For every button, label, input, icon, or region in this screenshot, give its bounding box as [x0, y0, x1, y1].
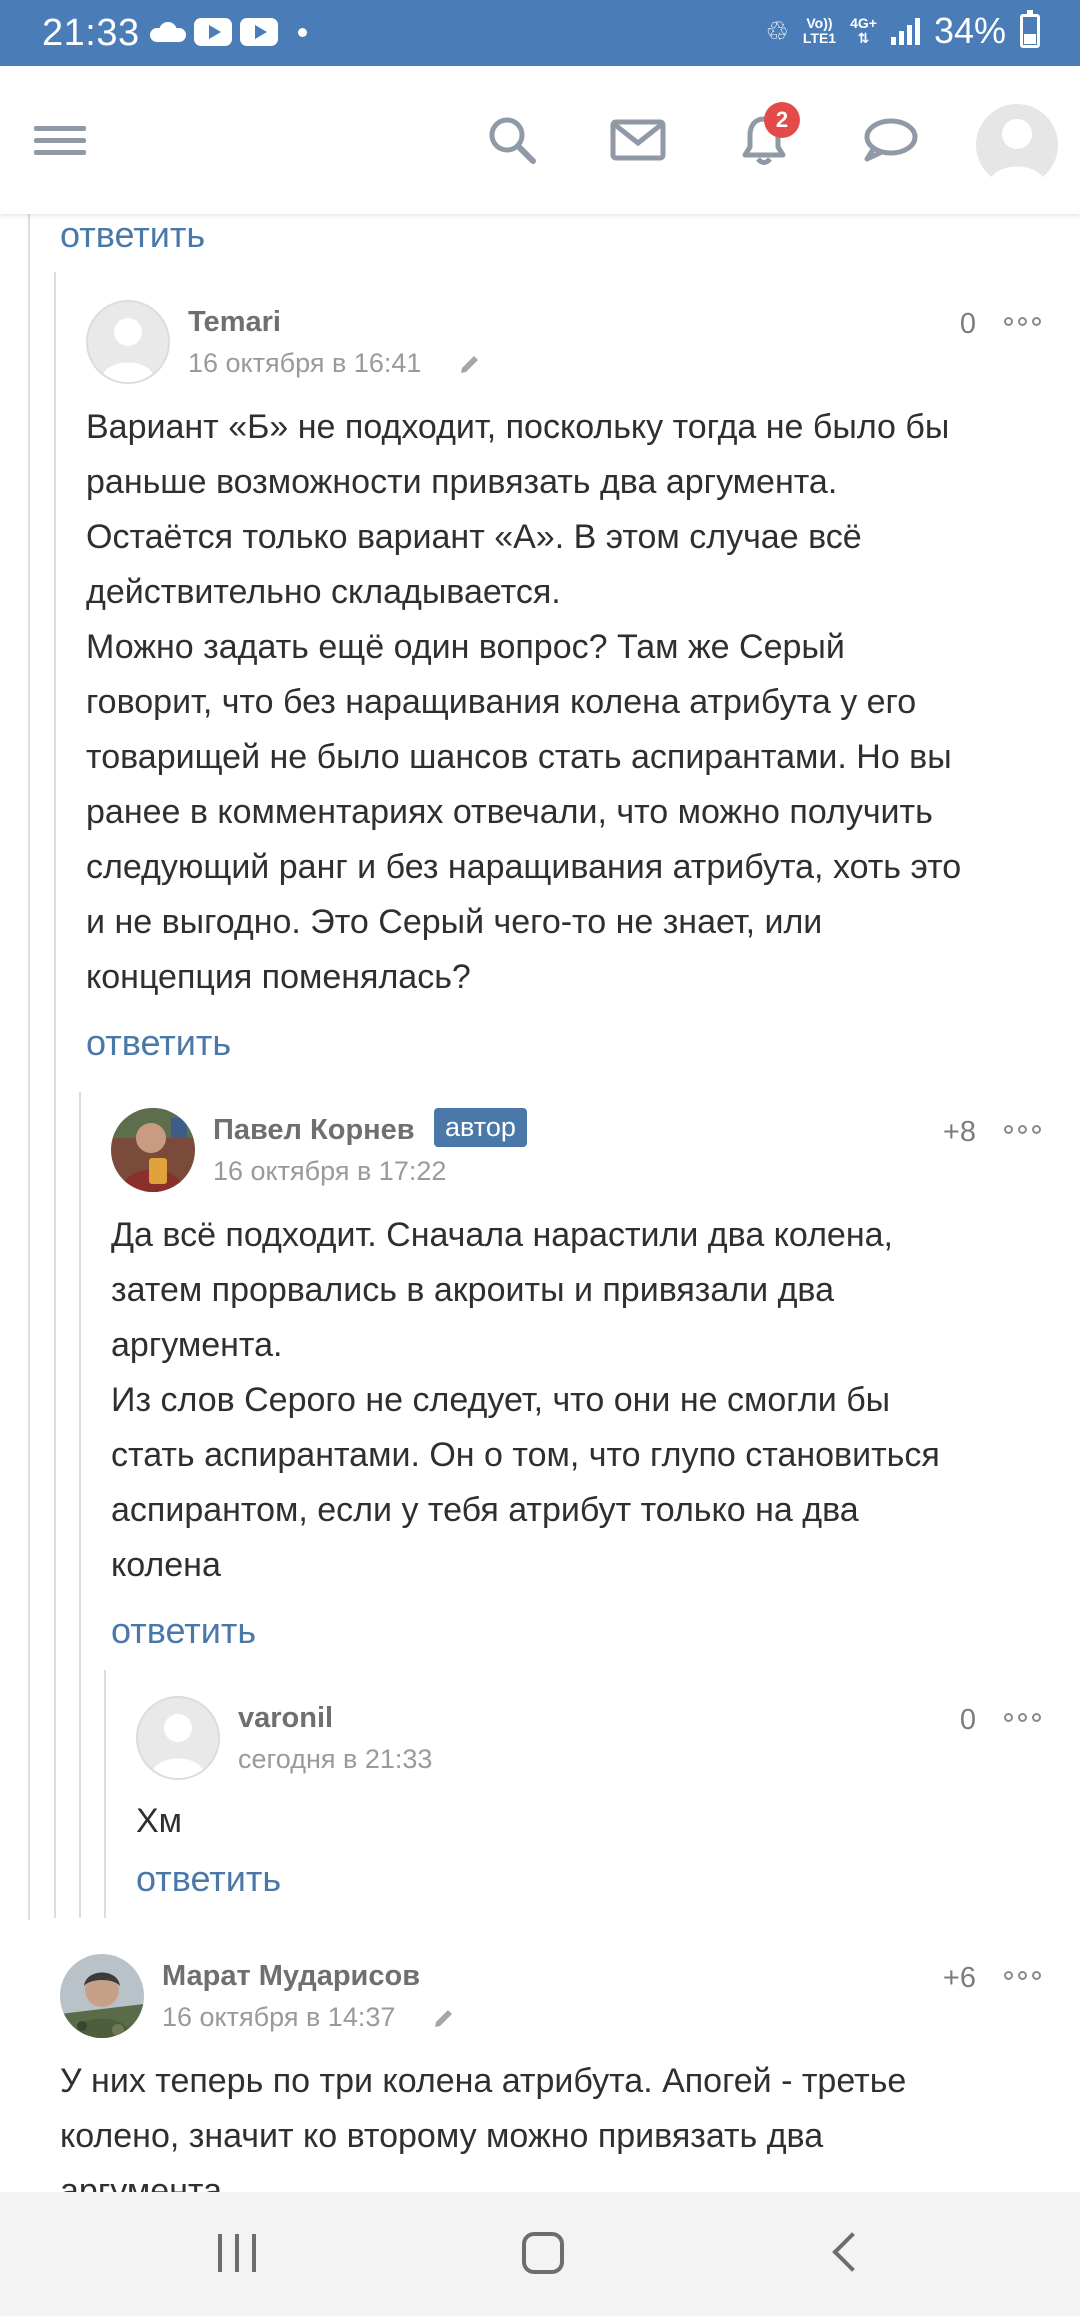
recent-apps-button[interactable]: [218, 2234, 256, 2272]
edited-pencil-icon: [461, 356, 478, 373]
avatar-placeholder-icon: [988, 119, 1046, 186]
author-badge: автор: [434, 1108, 527, 1147]
comment-score: +6: [942, 1962, 976, 1994]
status-notification-icons: [150, 18, 307, 46]
top-navigation: 2: [0, 66, 1080, 214]
home-button[interactable]: [522, 2232, 564, 2274]
commenter-avatar[interactable]: [60, 1954, 144, 2038]
status-system-icons: ♲ Vo)) LTE1 4G+ ⇅ 34%: [766, 10, 1040, 52]
comment-date[interactable]: 16 октября в 14:37: [162, 2002, 395, 2033]
comment-date[interactable]: 16 октября в 16:41: [188, 348, 421, 379]
youtube-icon: [240, 18, 278, 46]
commenter-avatar[interactable]: [136, 1696, 220, 1780]
more-options-icon[interactable]: [1004, 1968, 1044, 1982]
thread-line: [104, 1670, 106, 1918]
status-time: 21:33: [42, 12, 140, 54]
notifications-button[interactable]: 2: [726, 102, 802, 178]
youtube-icon: [194, 18, 232, 46]
comment-body: Хм: [136, 1802, 183, 1840]
comment-date[interactable]: сегодня в 21:33: [238, 1744, 432, 1775]
edited-pencil-icon: [435, 2010, 452, 2027]
user-avatar[interactable]: [976, 104, 1058, 186]
volte-indicator: Vo)) LTE1: [802, 15, 837, 46]
commenter-photo-icon: [60, 1954, 144, 2038]
comment-author[interactable]: varonil: [238, 1702, 333, 1735]
battery-percent: 34%: [933, 10, 1006, 51]
comment-thread: ответить Temari 16 октября в 16:41 0 Вар…: [0, 214, 1080, 2192]
more-options-icon[interactable]: [1004, 314, 1044, 328]
comment-score: +8: [942, 1116, 976, 1148]
reply-link[interactable]: ответить: [111, 1610, 256, 1652]
more-notifications-dot-icon: [298, 27, 307, 37]
menu-icon[interactable]: [22, 102, 98, 178]
comment-date[interactable]: 16 октября в 17:22: [213, 1156, 446, 1187]
comment-body: Да всё подходит. Сначала нарастили два к…: [111, 1216, 940, 1584]
search-icon[interactable]: [474, 102, 550, 178]
battery-icon: [1020, 10, 1040, 48]
status-bar: 21:33 ♲ Vo)) LTE1 4G+ ⇅ 34%: [0, 0, 1080, 66]
mail-icon[interactable]: [600, 102, 676, 178]
reply-link[interactable]: ответить: [86, 1022, 231, 1064]
reply-link[interactable]: ответить: [60, 214, 205, 256]
system-navigation-bar: [0, 2192, 1080, 2316]
reply-link[interactable]: ответить: [136, 1858, 281, 1900]
thread-line: [54, 272, 56, 1918]
comment-score: 0: [959, 308, 976, 340]
avatar-placeholder-icon: [100, 318, 156, 382]
author-photo-icon: [111, 1108, 195, 1192]
thread-line: [28, 214, 30, 1920]
comment-body: У них теперь по три колена атрибута. Апо…: [60, 2062, 907, 2192]
commenter-avatar[interactable]: [86, 300, 170, 384]
thread-line: [79, 1092, 81, 1918]
signal-icon: [890, 17, 920, 45]
data-saver-icon: ♲: [765, 15, 789, 46]
commenter-avatar[interactable]: [111, 1108, 195, 1192]
notification-count-badge: 2: [764, 102, 800, 138]
comment-author[interactable]: Павел Корнев: [213, 1114, 415, 1147]
more-options-icon[interactable]: [1004, 1122, 1044, 1136]
chat-icon[interactable]: [852, 102, 928, 178]
comment-body: Вариант «Б» не подходит, поскольку тогда…: [86, 408, 962, 996]
comment-score: 0: [959, 1704, 976, 1736]
avatar-placeholder-icon: [150, 1714, 206, 1778]
comment-author[interactable]: Марат Мударисов: [162, 1960, 420, 1993]
cloud-icon: [150, 22, 186, 42]
more-options-icon[interactable]: [1004, 1710, 1044, 1724]
4g-indicator: 4G+ ⇅: [850, 15, 877, 46]
comment-author[interactable]: Temari: [188, 306, 281, 339]
back-button[interactable]: [832, 2232, 872, 2272]
